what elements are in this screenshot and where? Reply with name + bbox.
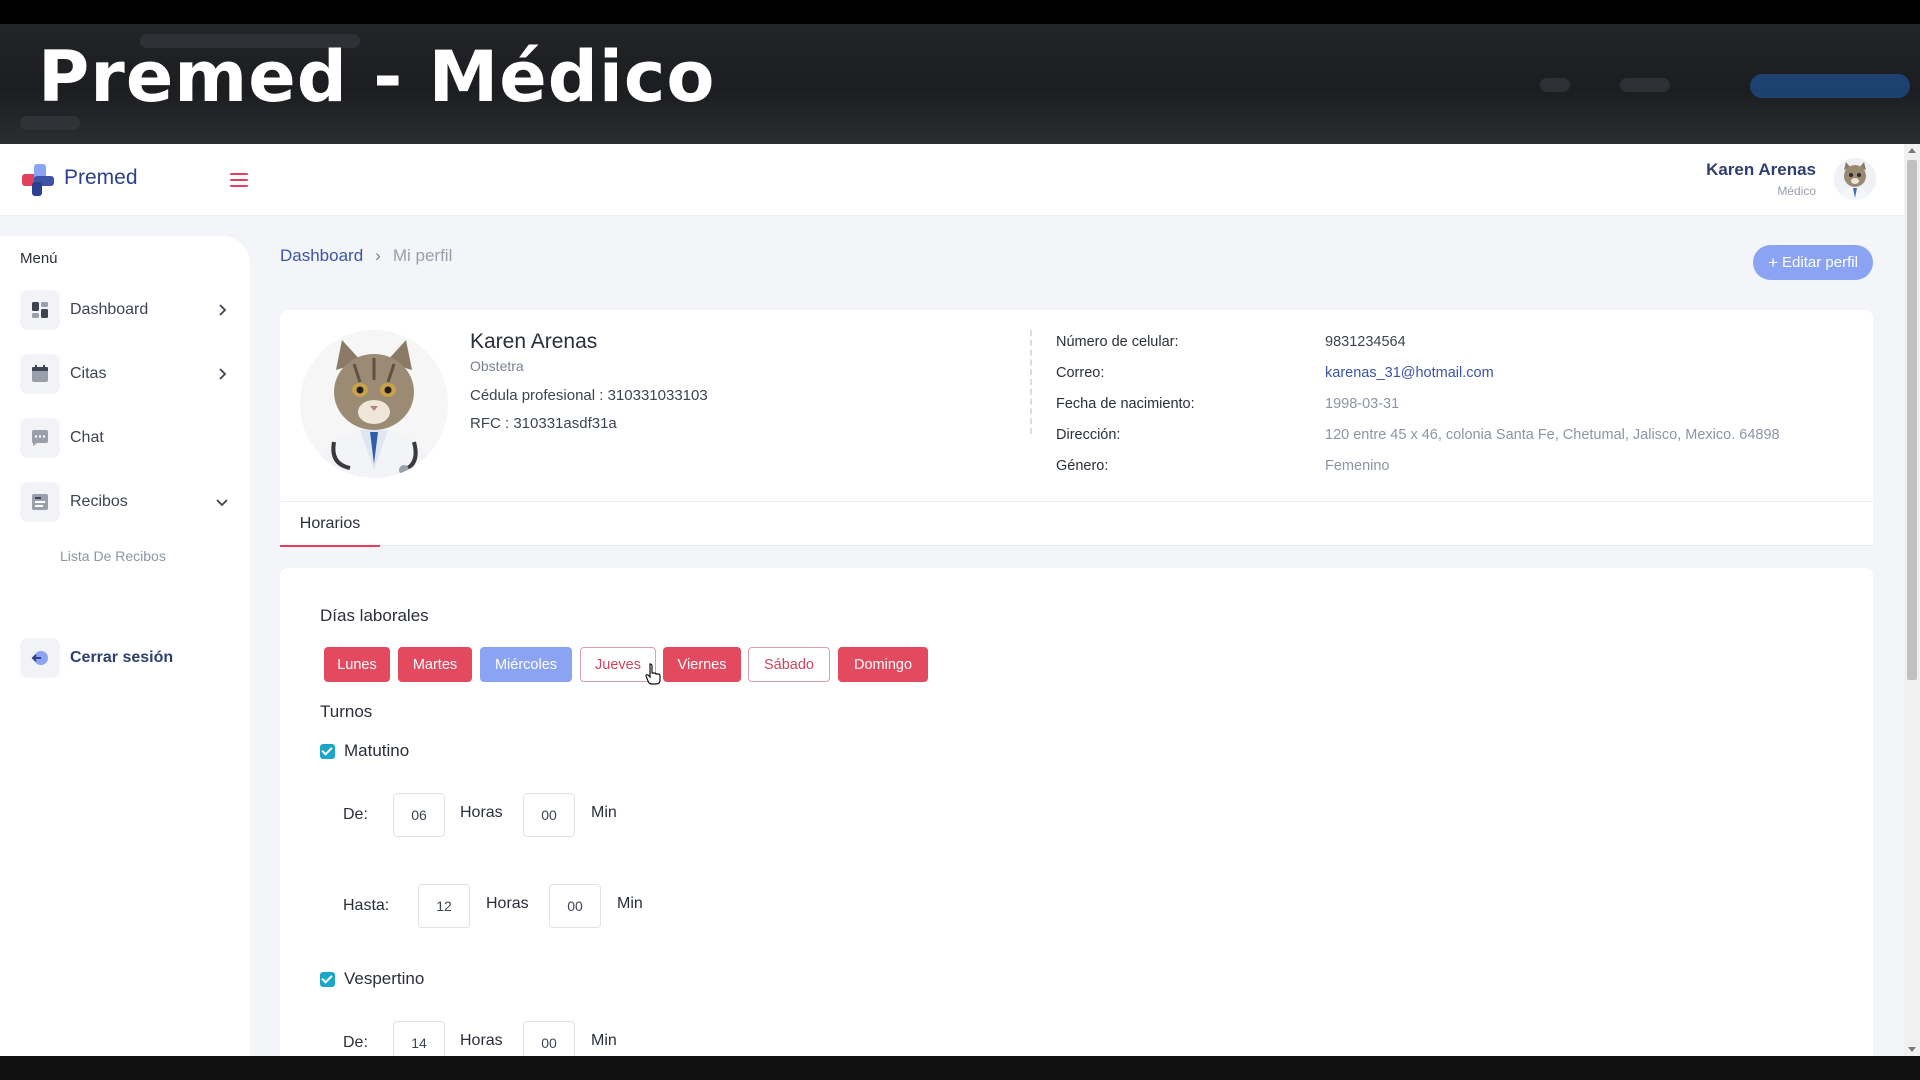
profile-cedula: Cédula profesional : 310331033103	[470, 387, 708, 404]
shift-label: Vespertino	[344, 969, 425, 988]
chat-icon	[20, 418, 60, 458]
sidebar-subitem-lista-recibos[interactable]: Lista De Recibos	[60, 548, 166, 564]
day-button-domingo[interactable]: Domingo	[838, 647, 928, 682]
profile-photo	[300, 330, 448, 478]
minutes-unit: Min	[591, 1032, 617, 1049]
to-hours-input[interactable]	[418, 884, 470, 928]
hours-unit: Horas	[460, 804, 503, 821]
breadcrumb: Dashboard › Mi perfil	[280, 246, 452, 266]
shift-label: Matutino	[344, 741, 410, 760]
sidebar-item-dashboard[interactable]: Dashboard	[20, 290, 230, 330]
work-days-title: Días laborales	[320, 606, 429, 625]
from-label: De:	[343, 806, 368, 823]
profile-name: Karen Arenas	[470, 330, 598, 353]
plus-icon: +	[1768, 252, 1779, 272]
user-name[interactable]: Karen Arenas	[1706, 160, 1816, 180]
edit-profile-button[interactable]: + Editar perfil	[1753, 245, 1873, 280]
day-button-martes[interactable]: Martes	[398, 647, 472, 682]
chevron-right-icon	[219, 368, 227, 380]
scroll-up-icon[interactable]	[1908, 148, 1916, 153]
birthdate-value: 1998-03-31	[1325, 396, 1400, 412]
phone-value: 9831234564	[1325, 334, 1406, 350]
checkbox-checked-icon[interactable]	[320, 743, 335, 759]
premed-logo-icon[interactable]	[20, 162, 56, 198]
minutes-unit: Min	[591, 804, 617, 821]
gender-label: Género:	[1056, 458, 1109, 474]
receipt-icon	[20, 482, 60, 522]
hours-unit: Horas	[460, 1032, 503, 1049]
brand-name[interactable]: Premed	[64, 166, 138, 190]
sidebar: Menú Dashboard Citas Chat Recibos Lista …	[0, 236, 250, 1056]
logout-button[interactable]: Cerrar sesión	[20, 638, 230, 678]
email-value[interactable]: karenas_31@hotmail.com	[1325, 365, 1494, 381]
breadcrumb-dashboard-link[interactable]: Dashboard	[280, 246, 363, 265]
profile-tabs: Horarios	[280, 501, 1873, 547]
gender-value: Femenino	[1325, 458, 1390, 474]
schedule-card: Días laborales Lunes Martes Miércoles Ju…	[280, 568, 1873, 1056]
calendar-icon	[20, 354, 60, 394]
user-avatar[interactable]	[1834, 158, 1876, 200]
from-hours-input[interactable]	[393, 1021, 445, 1056]
breadcrumb-current: Mi perfil	[392, 246, 453, 265]
video-letterbox-bottom	[0, 1056, 1920, 1080]
hours-unit: Horas	[486, 895, 529, 912]
address-value: 120 entre 45 x 46, colonia Santa Fe, Che…	[1325, 427, 1780, 443]
menu-title: Menú	[20, 250, 58, 267]
edit-profile-label: Editar perfil	[1782, 254, 1858, 271]
phone-label: Número de celular:	[1056, 334, 1179, 350]
day-button-lunes[interactable]: Lunes	[324, 647, 390, 682]
day-button-sabado[interactable]: Sábado	[748, 647, 830, 682]
logout-label: Cerrar sesión	[70, 649, 174, 666]
user-role: Médico	[1777, 184, 1816, 198]
from-minutes-input[interactable]	[523, 793, 575, 837]
profile-specialty: Obstetra	[470, 358, 524, 374]
to-minutes-input[interactable]	[549, 884, 601, 928]
shift-matutino-toggle[interactable]: Matutino	[320, 741, 409, 761]
cat-doctor-avatar-icon	[1834, 158, 1876, 200]
tab-horarios[interactable]: Horarios	[280, 502, 380, 547]
breadcrumb-separator-icon: ›	[375, 246, 381, 265]
sidebar-item-label: Chat	[70, 429, 104, 446]
sidebar-item-chat[interactable]: Chat	[20, 418, 230, 458]
chevron-right-icon	[219, 304, 227, 316]
scrollbar-thumb[interactable]	[1907, 160, 1917, 680]
sidebar-item-label: Citas	[70, 365, 107, 382]
video-title-overlay: Premed - Médico	[38, 36, 716, 118]
sidebar-item-label: Dashboard	[70, 301, 149, 318]
checkbox-checked-icon[interactable]	[320, 971, 335, 987]
address-label: Dirección:	[1056, 427, 1121, 443]
top-bar: Premed Karen Arenas Médico	[0, 144, 1904, 216]
chevron-down-icon	[216, 499, 228, 507]
day-button-miercoles[interactable]: Miércoles	[480, 647, 572, 682]
video-frame: Premed - Médico Premed Karen Arenas Médi…	[0, 0, 1920, 1080]
shifts-title: Turnos	[320, 702, 373, 721]
logout-icon	[20, 638, 60, 678]
email-label: Correo:	[1056, 365, 1105, 381]
page-scrollbar[interactable]	[1904, 144, 1920, 1056]
menu-toggle-icon[interactable]	[230, 172, 248, 188]
vertical-divider	[1030, 330, 1032, 434]
shift-vespertino-toggle[interactable]: Vespertino	[320, 969, 424, 989]
profile-rfc: RFC : 310331asdf31a	[470, 415, 617, 432]
from-label: De:	[343, 1034, 368, 1051]
hand-cursor-icon	[645, 663, 661, 685]
to-label: Hasta:	[343, 897, 390, 914]
day-button-viernes[interactable]: Viernes	[663, 647, 741, 682]
scroll-down-icon[interactable]	[1908, 1047, 1916, 1052]
app-page: Premed Karen Arenas Médico Menú Dashboar…	[0, 144, 1904, 1056]
sidebar-item-label: Recibos	[70, 493, 128, 510]
cat-doctor-portrait-icon	[300, 330, 448, 478]
dashboard-icon	[20, 290, 60, 330]
sidebar-item-citas[interactable]: Citas	[20, 354, 230, 394]
from-minutes-input[interactable]	[523, 1021, 575, 1056]
from-hours-input[interactable]	[393, 793, 445, 837]
minutes-unit: Min	[617, 895, 643, 912]
birthdate-label: Fecha de nacimiento:	[1056, 396, 1195, 412]
sidebar-item-recibos[interactable]: Recibos	[20, 482, 230, 522]
